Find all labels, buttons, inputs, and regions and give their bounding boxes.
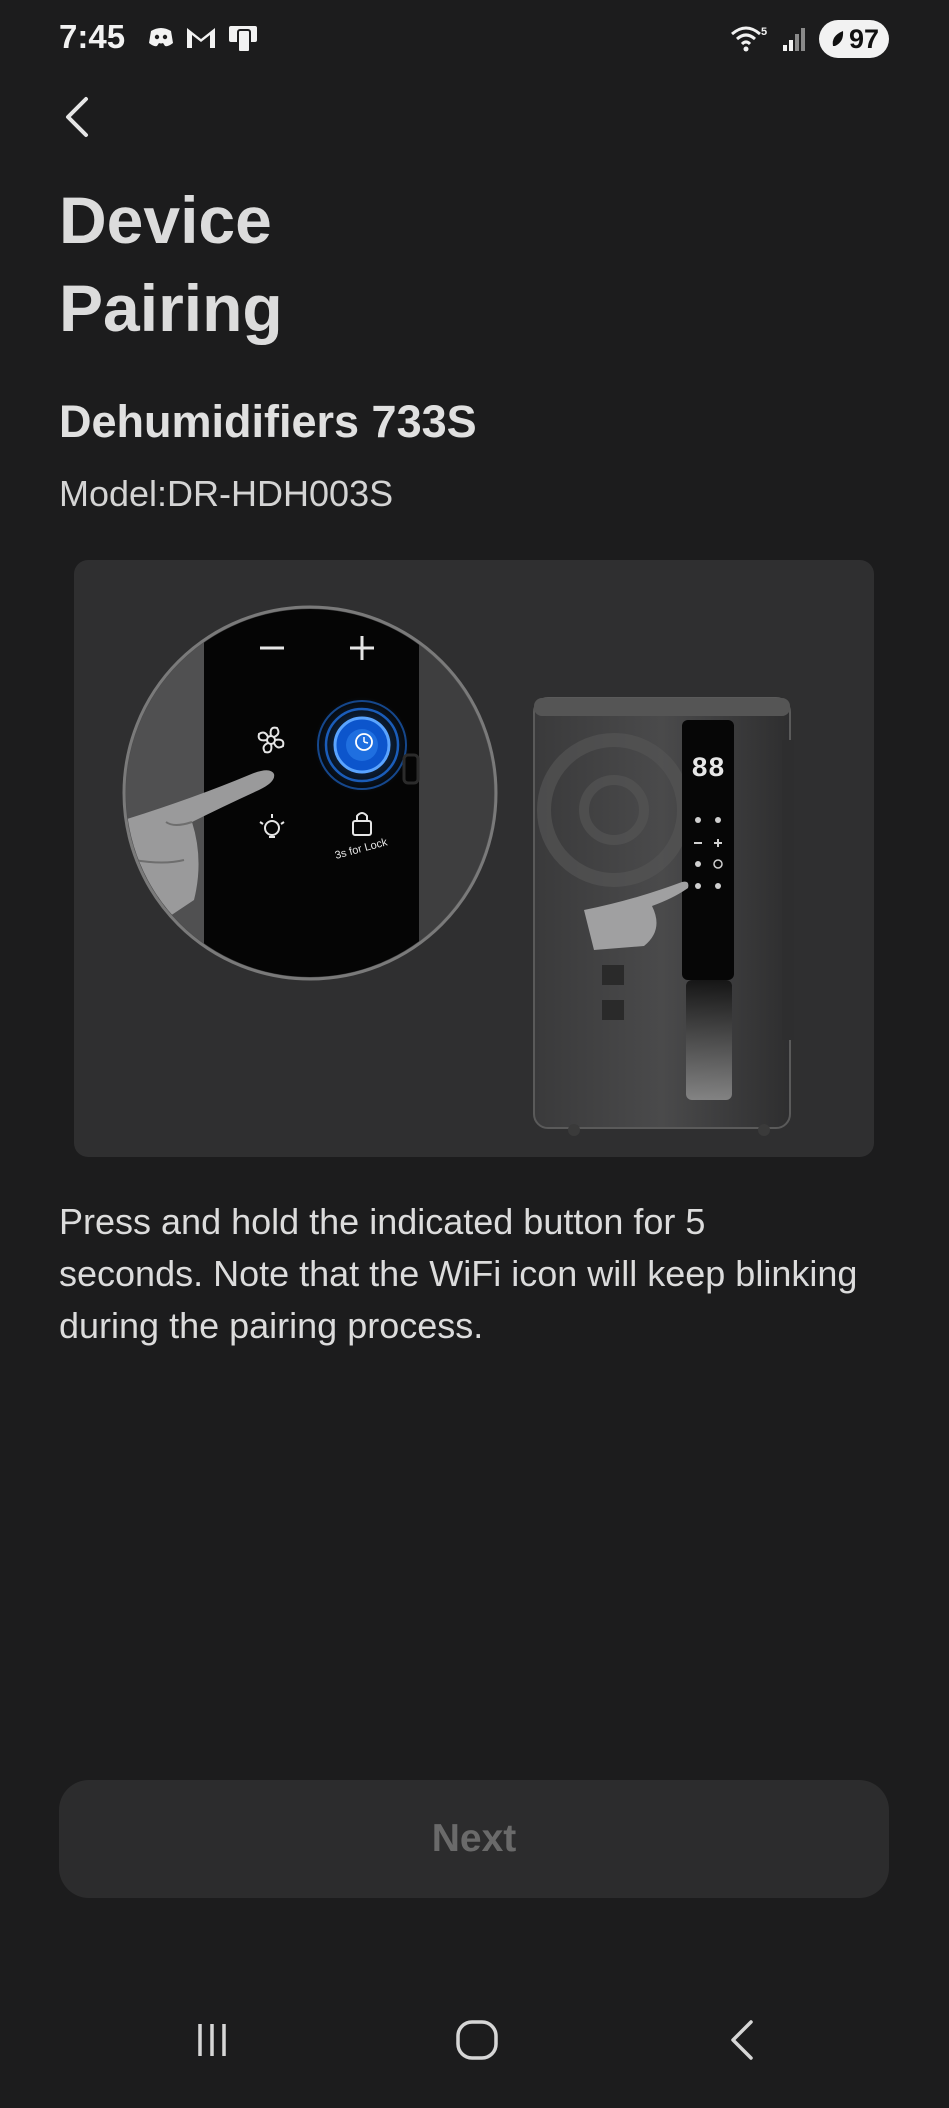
recent-apps-button[interactable] bbox=[172, 2010, 252, 2070]
instruction-text: Press and hold the indicated button for … bbox=[59, 1201, 858, 1346]
back-icon bbox=[731, 2020, 753, 2060]
notification-icons bbox=[146, 22, 260, 54]
wifi-badge: 5 bbox=[761, 26, 767, 38]
status-time: 7:45 bbox=[59, 18, 126, 55]
pairing-illustration-graphic: 3s for Lock 88 bbox=[122, 605, 794, 1136]
back-button[interactable] bbox=[55, 92, 99, 142]
page-title-line2: Pairing bbox=[59, 271, 283, 345]
wifi-icon: 5 bbox=[731, 26, 767, 52]
battery-level: 97 bbox=[848, 23, 880, 54]
battery-indicator: 97 bbox=[819, 20, 889, 58]
home-icon bbox=[456, 2020, 498, 2060]
status-right: 5 97 bbox=[729, 20, 889, 58]
timer-button-highlight bbox=[314, 697, 410, 793]
tablet-icon bbox=[229, 26, 257, 53]
signal-icon bbox=[783, 28, 805, 51]
home-button[interactable] bbox=[437, 2010, 517, 2070]
page-title: Device Pairing bbox=[59, 176, 659, 352]
unit-display: 88 bbox=[691, 754, 725, 785]
chevron-left-icon bbox=[66, 97, 88, 137]
system-back-button[interactable] bbox=[702, 2010, 782, 2070]
device-model: Model:DR-HDH003S bbox=[59, 473, 394, 514]
gmail-icon bbox=[187, 28, 215, 48]
pairing-illustration: 3s for Lock 88 bbox=[74, 560, 874, 1157]
device-name: Dehumidifiers 733S bbox=[59, 396, 477, 447]
control-panel-closeup: 3s for Lock bbox=[122, 605, 498, 981]
page-title-line1: Device bbox=[59, 183, 272, 257]
battery-saver-icon bbox=[832, 31, 844, 46]
navigation-bar bbox=[0, 1990, 949, 2108]
status-bar: 7:45 5 97 bbox=[0, 0, 949, 80]
next-button[interactable]: Next bbox=[59, 1780, 889, 1898]
recent-apps-icon bbox=[198, 2024, 226, 2056]
discord-icon bbox=[149, 28, 173, 47]
dehumidifier-unit: 88 bbox=[533, 697, 794, 1136]
